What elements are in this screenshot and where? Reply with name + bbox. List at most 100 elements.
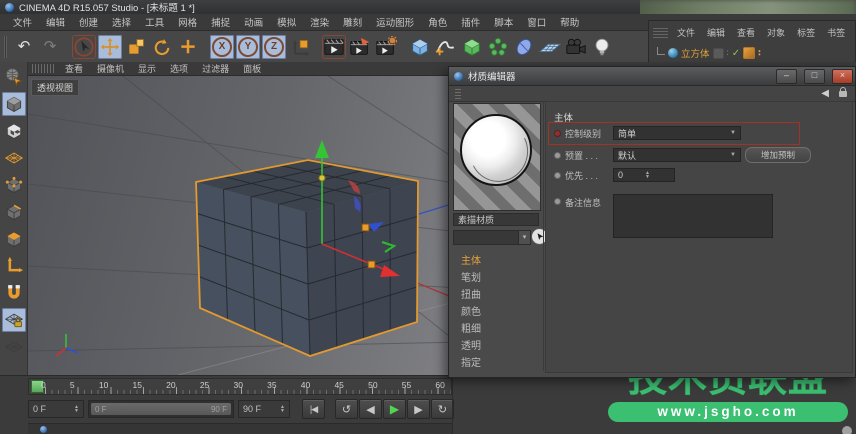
- menu-mesh[interactable]: 网格: [171, 15, 204, 29]
- vp-menu-display[interactable]: 显示: [132, 62, 162, 75]
- object-row-cube[interactable]: 立方体 : ✓ ∶: [649, 43, 855, 63]
- om-menu-edit[interactable]: 编辑: [702, 26, 730, 39]
- dialog-grip[interactable]: [455, 88, 461, 99]
- coordinate-system-button[interactable]: [288, 35, 312, 59]
- param-bullet[interactable]: [554, 151, 561, 159]
- nav-item-assign[interactable]: 指定: [453, 355, 541, 372]
- subdivision-surface-button[interactable]: [460, 35, 484, 59]
- preview-combo-arrow[interactable]: ▾: [518, 230, 531, 245]
- material-preview[interactable]: [453, 103, 541, 211]
- goto-start-button[interactable]: |◀: [302, 399, 325, 419]
- viewport-grip[interactable]: [32, 64, 54, 73]
- move-tool[interactable]: [98, 34, 122, 59]
- menu-animate[interactable]: 动画: [237, 15, 270, 29]
- menu-character[interactable]: 角色: [421, 15, 454, 29]
- menu-window[interactable]: 窗口: [520, 15, 553, 29]
- z-axis-lock-button[interactable]: Z: [262, 34, 286, 59]
- y-axis-lock-button[interactable]: Y: [236, 34, 260, 59]
- vp-menu-panel[interactable]: 面板: [237, 62, 267, 75]
- menu-edit[interactable]: 编辑: [39, 15, 72, 29]
- om-menu-file[interactable]: 文件: [672, 26, 700, 39]
- render-to-picture-viewer-button[interactable]: [348, 35, 372, 59]
- menu-create[interactable]: 创建: [72, 15, 105, 29]
- timeline-ruler[interactable]: 05 10 15 20 25 30 35 40 45 50 55 60: [28, 378, 452, 395]
- menu-plugins[interactable]: 插件: [454, 15, 487, 29]
- priority-spinner[interactable]: 0 ▲ ▼: [613, 168, 675, 182]
- lock-workplane-button[interactable]: [1, 308, 26, 332]
- menu-help[interactable]: 帮助: [553, 15, 586, 29]
- light-button[interactable]: [590, 35, 614, 59]
- render-view-button[interactable]: [322, 35, 346, 59]
- menu-script[interactable]: 脚本: [487, 15, 520, 29]
- minimize-button[interactable]: –: [776, 68, 797, 84]
- snap-magnet-button[interactable]: [2, 281, 26, 305]
- floor-environment-button[interactable]: [538, 35, 562, 59]
- control-level-dropdown[interactable]: 简单 ▼: [613, 126, 741, 140]
- end-frame-spinner[interactable]: 90 F ▲ ▼: [238, 400, 290, 418]
- om-menu-bookmarks[interactable]: 书签: [822, 26, 850, 39]
- nav-item-color[interactable]: 颜色: [453, 304, 541, 321]
- render-settings-button[interactable]: [374, 35, 398, 59]
- visibility-dots[interactable]: :: [727, 49, 729, 57]
- last-tool[interactable]: [176, 35, 200, 59]
- add-preset-button[interactable]: 增加预制: [745, 147, 811, 163]
- notes-textarea[interactable]: [613, 194, 773, 238]
- menu-tools[interactable]: 工具: [138, 15, 171, 29]
- nav-item-main[interactable]: 主体: [453, 253, 541, 270]
- deformer-button[interactable]: [512, 35, 536, 59]
- next-frame-button[interactable]: ▶: [407, 399, 430, 419]
- vp-menu-view[interactable]: 查看: [59, 62, 89, 75]
- make-editable-button[interactable]: [2, 65, 26, 89]
- nav-item-thickness[interactable]: 粗细: [453, 321, 541, 338]
- camera-button[interactable]: [564, 35, 588, 59]
- material-thumb-icon[interactable]: [40, 426, 47, 433]
- menu-snap[interactable]: 捕捉: [204, 15, 237, 29]
- menu-render[interactable]: 渲染: [303, 15, 336, 29]
- x-axis-lock-button[interactable]: X: [210, 34, 234, 59]
- param-bullet[interactable]: [554, 171, 561, 179]
- menu-sculpt[interactable]: 雕刻: [336, 15, 369, 29]
- texture-mode-button[interactable]: [2, 119, 26, 143]
- phong-tag-icon[interactable]: ∶: [758, 48, 761, 59]
- param-bullet[interactable]: [554, 129, 561, 137]
- titlebar[interactable]: CINEMA 4D R15.057 Studio - [未标题 1 *]: [0, 0, 640, 14]
- om-menu-view[interactable]: 查看: [732, 26, 760, 39]
- add-spline-pen-button[interactable]: [434, 35, 458, 59]
- menu-select[interactable]: 选择: [105, 15, 138, 29]
- nav-item-distortion[interactable]: 扭曲: [453, 287, 541, 304]
- nav-item-opacity[interactable]: 透明: [453, 338, 541, 355]
- rotate-tool[interactable]: [150, 35, 174, 59]
- menu-mograph[interactable]: 运动图形: [369, 15, 421, 29]
- texture-tag-icon[interactable]: [743, 47, 756, 59]
- play-backward-button[interactable]: ↺: [335, 399, 358, 419]
- visibility-toggle[interactable]: [712, 47, 724, 59]
- add-cube-primitive-button[interactable]: [408, 35, 432, 59]
- workplane-button[interactable]: [2, 335, 26, 359]
- vp-menu-options[interactable]: 选项: [164, 62, 194, 75]
- maximize-button[interactable]: □: [804, 68, 825, 84]
- frame-range-slider[interactable]: 0 F 90 F: [88, 400, 234, 418]
- lock-icon[interactable]: [839, 86, 847, 97]
- dialog-titlebar[interactable]: 材质编辑器 – □ ×: [449, 67, 855, 86]
- loop-button[interactable]: ↻: [431, 399, 454, 419]
- vp-menu-filter[interactable]: 过滤器: [196, 62, 235, 75]
- scale-tool[interactable]: [124, 35, 148, 59]
- param-bullet[interactable]: [554, 198, 561, 205]
- preset-dropdown[interactable]: 默认 ▼: [613, 148, 741, 162]
- toolbar-grip[interactable]: [4, 35, 7, 58]
- current-frame-spinner[interactable]: 0 F ▲ ▼: [28, 400, 84, 418]
- menu-file[interactable]: 文件: [6, 15, 39, 29]
- close-button[interactable]: ×: [832, 68, 853, 84]
- play-button[interactable]: ▶: [383, 399, 406, 419]
- nav-item-strokes[interactable]: 笔划: [453, 270, 541, 287]
- om-menu-tags[interactable]: 标签: [792, 26, 820, 39]
- om-menu-objects[interactable]: 对象: [762, 26, 790, 39]
- undo-button[interactable]: ↶: [12, 35, 36, 59]
- model-mode-button[interactable]: [1, 92, 26, 116]
- cube-object-icon[interactable]: [668, 48, 678, 58]
- redo-button[interactable]: ↷: [38, 35, 62, 59]
- array-mograph-button[interactable]: [486, 35, 510, 59]
- enabled-checkmark[interactable]: ✓: [732, 48, 740, 59]
- points-mode-button[interactable]: [2, 173, 26, 197]
- material-manager-strip[interactable]: [28, 423, 452, 434]
